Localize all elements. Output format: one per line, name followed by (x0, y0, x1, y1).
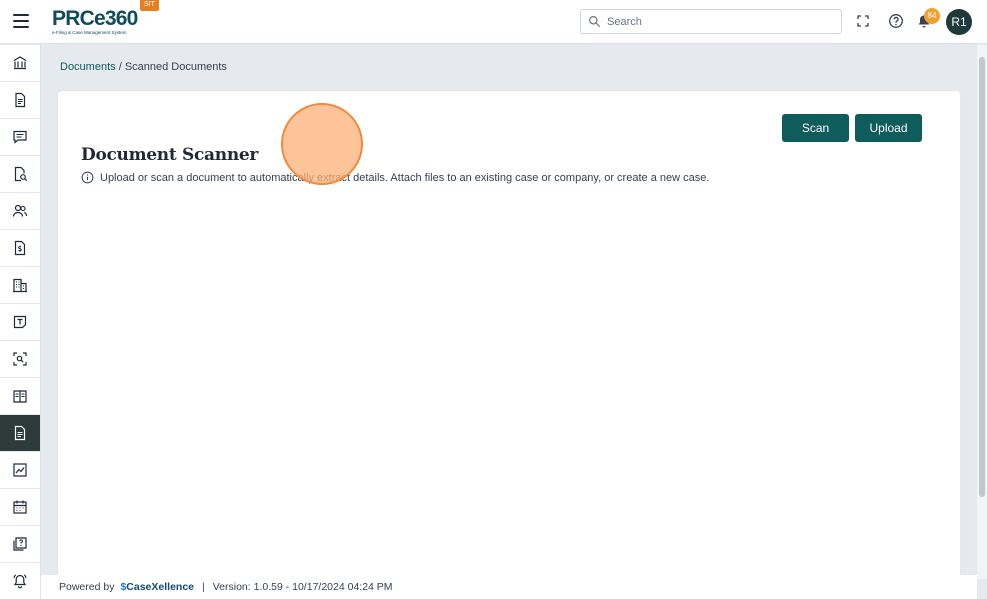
scanned-document-icon (14, 425, 26, 441)
chart-icon (13, 463, 27, 477)
page-scrollbar[interactable] (977, 45, 987, 579)
chat-icon (13, 130, 27, 144)
sidebar-item-library[interactable] (0, 378, 40, 415)
sidebar-item-billing[interactable] (0, 230, 40, 267)
search-box[interactable] (580, 9, 842, 34)
page-description-text: Upload or scan a document to automatical… (100, 171, 710, 184)
footer-powered-by: Powered by (59, 581, 115, 593)
sidebar-item-messages[interactable] (0, 119, 40, 156)
sidebar-item-templates[interactable] (0, 304, 40, 341)
scan-button[interactable]: Scan (782, 114, 849, 142)
info-icon (81, 171, 94, 184)
logo-text: PRCe360 (52, 7, 138, 30)
dollar-document-icon (14, 240, 26, 256)
search-icon (589, 16, 600, 27)
building-icon (13, 278, 27, 293)
breadcrumb-documents-link[interactable]: Documents (60, 61, 116, 73)
document-scanner-card: Scan Upload Document Scanner Upload or s… (58, 91, 960, 581)
calendar-icon (13, 500, 27, 514)
page-description: Upload or scan a document to automatical… (81, 171, 709, 184)
document-search-icon (14, 166, 28, 182)
document-icon (15, 92, 26, 108)
user-avatar[interactable]: R1 (946, 9, 972, 35)
help-icon[interactable] (888, 13, 904, 29)
notification-badge: 84 (924, 8, 940, 24)
breadcrumb-separator: / (115, 61, 125, 73)
sidebar-item-calendar[interactable] (0, 489, 40, 526)
sidebar-item-help-docs[interactable] (0, 526, 40, 563)
breadcrumb: Documents / Scanned Documents (60, 61, 227, 73)
sidebar-item-institutions[interactable] (0, 45, 40, 82)
casexellence-brand: CaseXellence (126, 581, 195, 593)
casexellence-logo[interactable]: $CaseXellence (120, 581, 194, 593)
sidebar-item-scan-search[interactable] (0, 341, 40, 378)
click-indicator (281, 103, 363, 185)
sidebar (0, 45, 41, 599)
search-input[interactable] (607, 13, 827, 30)
logo-subtext: e-Filing & Case Management System (52, 30, 127, 35)
footer-separator: | (202, 581, 205, 593)
help-document-icon (13, 537, 27, 551)
hamburger-menu-icon[interactable] (13, 14, 29, 28)
sidebar-item-documents[interactable] (0, 82, 40, 119)
sidebar-item-alerts[interactable] (0, 563, 40, 599)
sidebar-item-document-search[interactable] (0, 156, 40, 193)
footer-version: Version: 1.0.59 - 10/17/2024 04:24 PM (212, 581, 393, 593)
sidebar-item-companies[interactable] (0, 267, 40, 304)
breadcrumb-current: Scanned Documents (124, 61, 227, 73)
book-icon (13, 390, 27, 403)
app-logo[interactable]: PRCe360 e-Filing & Case Management Syste… (52, 8, 152, 36)
scrollbar-thumb[interactable] (979, 57, 985, 497)
page-title: Document Scanner (81, 145, 259, 165)
bank-icon (13, 56, 27, 70)
bell-ring-icon (13, 574, 27, 589)
env-badge: SIT (140, 0, 159, 11)
fullscreen-icon[interactable] (855, 13, 871, 29)
upload-button[interactable]: Upload (855, 114, 922, 142)
footer: Powered by $CaseXellence | Version: 1.0.… (41, 575, 977, 599)
template-icon (13, 315, 27, 329)
sidebar-item-scanned-documents[interactable] (0, 415, 40, 452)
users-icon (12, 204, 28, 217)
scan-search-icon (13, 352, 27, 366)
top-bar: PRCe360 e-Filing & Case Management Syste… (0, 0, 987, 44)
sidebar-item-reports[interactable] (0, 452, 40, 489)
sidebar-item-users[interactable] (0, 193, 40, 230)
